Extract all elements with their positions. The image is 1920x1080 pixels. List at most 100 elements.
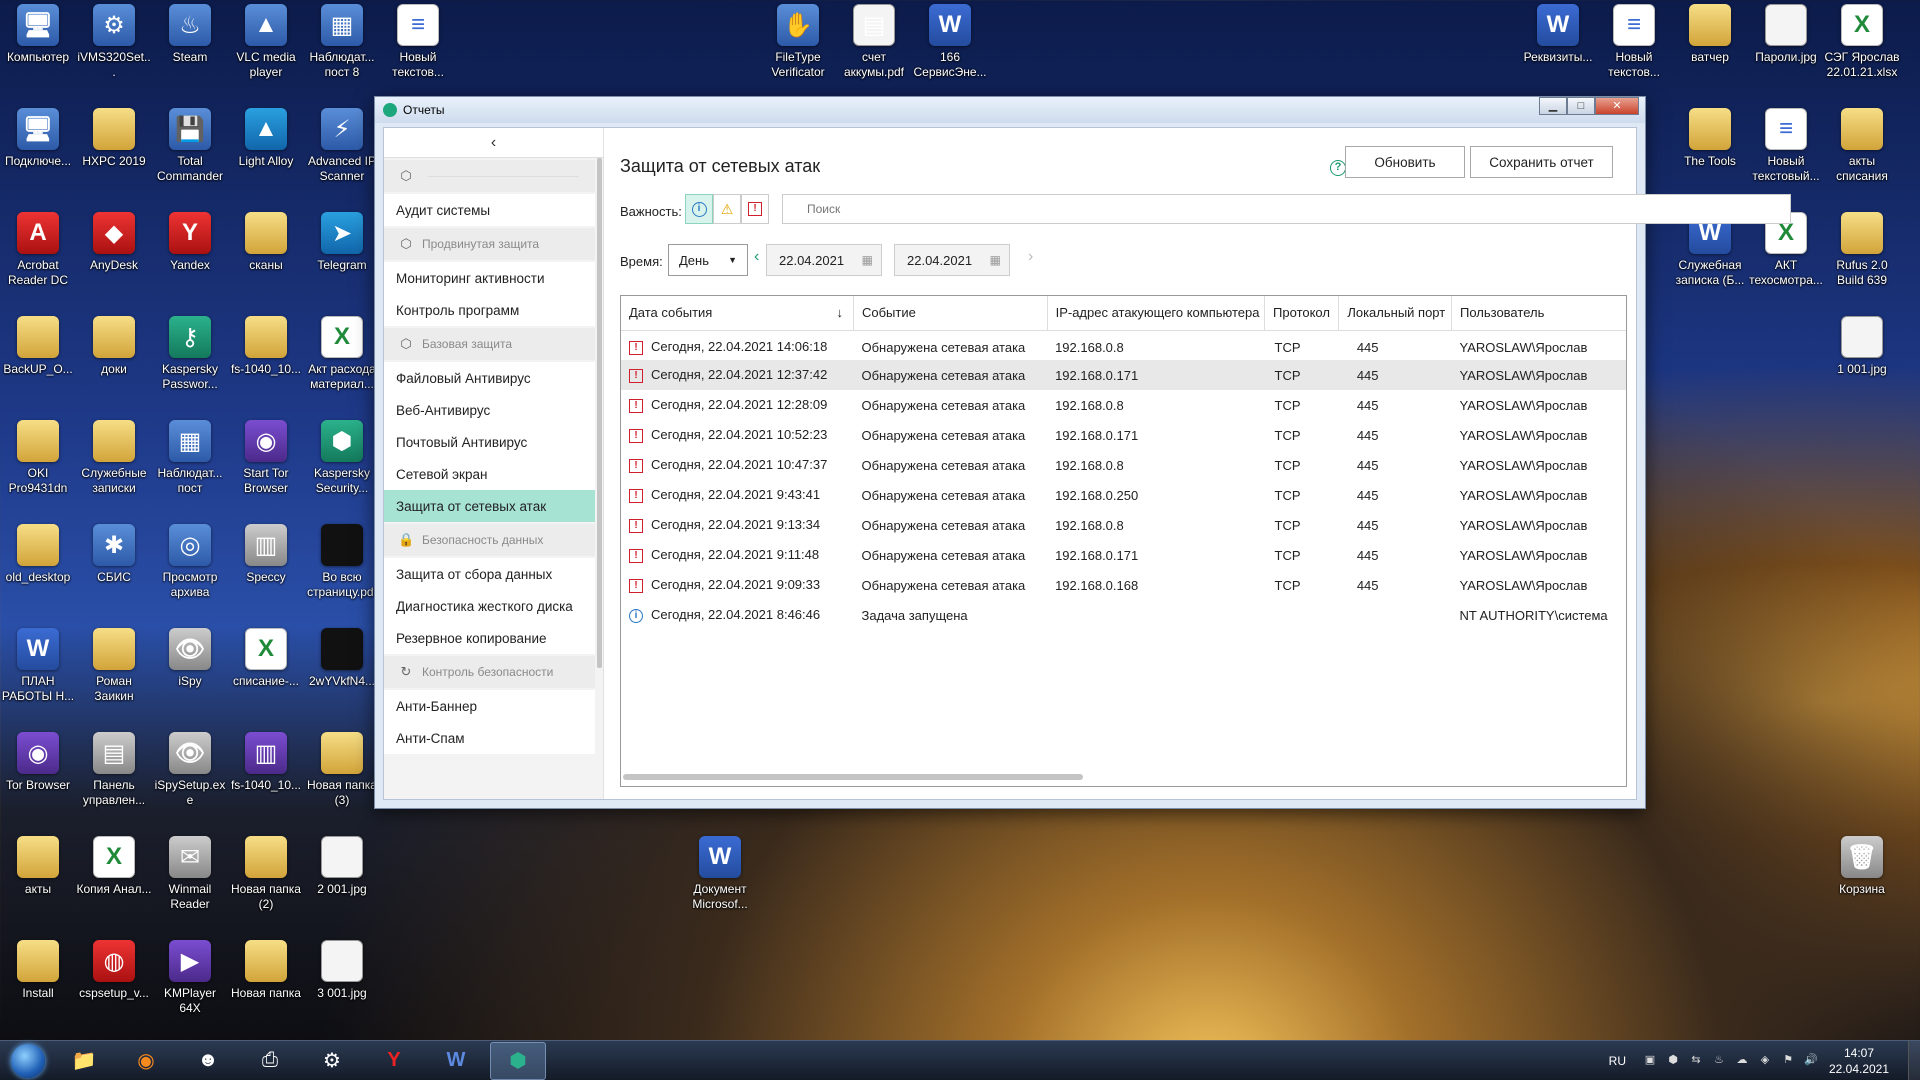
desktop-icon[interactable]: Во всю страницу.pdf [304,520,380,600]
table-row[interactable]: ! Сегодня, 22.04.2021 9:43:41 Обнаружена с… [621,480,1626,510]
desktop-icon[interactable]: 🖥 Компьютер [0,0,76,65]
start-button[interactable] [6,1041,50,1080]
desktop-icon[interactable]: old_desktop [0,520,76,585]
desktop-icon[interactable]: 💾 Total Commander [152,104,228,184]
sidebar-item[interactable]: Резервное копирование [384,622,595,654]
desktop-icon[interactable]: 1 001.jpg [1824,312,1900,377]
desktop-icon[interactable]: Служебные записки [76,416,152,496]
desktop-icon[interactable]: ♨ Steam [152,0,228,65]
column-header[interactable]: IP-адрес атакующего компьютера [1047,296,1266,331]
sidebar-item[interactable]: Аудит системы [384,194,595,226]
desktop-icon[interactable]: ≡ Новый текстов... [380,0,456,80]
minimize-button[interactable]: ▁ [1539,97,1567,115]
desktop-icon[interactable]: Новая папка (2) [228,832,304,912]
sidebar-item[interactable]: Веб-Антивирус [384,394,595,426]
table-row[interactable]: ! Сегодня, 22.04.2021 12:37:42 Обнаружена … [621,360,1626,390]
taskbar-word-button[interactable]: W [428,1042,484,1080]
desktop-icon[interactable]: ▤ счет аккумы.pdf [836,0,912,80]
desktop-icon[interactable]: 🖥 Подключе... [0,104,76,169]
close-button[interactable]: ✕ [1595,97,1639,115]
desktop-icon[interactable]: ➤ Telegram [304,208,380,273]
column-header[interactable]: Событие [853,296,1048,331]
desktop-icon[interactable]: ⬢ Kaspersky Security... [304,416,380,496]
horizontal-scrollbar[interactable] [623,774,1083,780]
sidebar-item[interactable]: Анти-Баннер [384,690,595,722]
desktop-icon[interactable]: сканы [228,208,304,273]
help-icon[interactable]: ? [1330,160,1346,176]
tray-app-icon[interactable]: ◈ [1757,1053,1773,1069]
severity-critical-toggle[interactable]: ! [741,194,769,224]
desktop-icon[interactable]: ≡ Новый текстовый... [1748,104,1824,184]
taskbar-explorer-button[interactable]: 📁 [56,1042,112,1080]
desktop-icon[interactable]: X СЭГ Ярослав 22.01.21.xlsx [1824,0,1900,80]
sidebar-item[interactable]: Контроль программ [384,294,595,326]
save-report-button[interactable]: Сохранить отчет [1470,146,1613,178]
desktop-icon[interactable]: ▦ Наблюдат... пост [152,416,228,496]
desktop-icon[interactable]: X Акт расхода материал... [304,312,380,392]
date-to-field[interactable]: 22.04.2021 ▦ [894,244,1010,276]
tray-steam-icon[interactable]: ♨ [1711,1053,1727,1069]
desktop-icon[interactable]: ▲ VLC media player [228,0,304,80]
desktop-icon[interactable]: ◍ cspsetup_v... [76,936,152,1001]
table-row[interactable]: ! Сегодня, 22.04.2021 9:13:34 Обнаружена с… [621,510,1626,540]
desktop-icon[interactable]: ▦ Наблюдат... пост 8 [304,0,380,80]
clock[interactable]: 14:07 22.04.2021 [1826,1045,1892,1077]
language-indicator[interactable]: RU [1609,1054,1626,1068]
desktop-icon[interactable]: BackUP_O... [0,312,76,377]
sidebar-item[interactable]: Почтовый Антивирус [384,426,595,458]
desktop-icon[interactable]: ≡ Новый текстов... [1596,0,1672,80]
desktop-icon[interactable]: ◎ Просмотр архива [152,520,228,600]
sidebar-item[interactable]: Защита от сетевых атак [384,490,595,522]
desktop-icon[interactable]: Роман Заикин [76,624,152,704]
desktop-icon[interactable]: Новая папка [228,936,304,1001]
desktop-icon[interactable]: ✱ СБИС [76,520,152,585]
desktop-icon[interactable]: ⚡ Advanced IP Scanner [304,104,380,184]
desktop-icon[interactable]: ▶ KMPlayer 64X [152,936,228,1016]
table-row[interactable]: ! Сегодня, 22.04.2021 10:47:37 Обнаружена … [621,450,1626,480]
desktop-icon[interactable]: ▥ Speccy [228,520,304,585]
desktop-icon[interactable]: W Реквизиты... [1520,0,1596,65]
severity-info-toggle[interactable]: i [685,194,713,224]
desktop-icon[interactable]: Rufus 2.0 Build 639 [1824,208,1900,288]
desktop-icon[interactable]: Y Yandex [152,208,228,273]
desktop-icon[interactable]: W Документ Microsof... [682,832,758,912]
desktop-icon[interactable]: доки [76,312,152,377]
sidebar-item[interactable]: Сетевой экран [384,458,595,490]
window-titlebar[interactable]: Отчеты ▁ □ ✕ [375,97,1645,123]
taskbar-yandex-button[interactable]: Y [366,1042,422,1080]
desktop-icon[interactable]: ◆ AnyDesk [76,208,152,273]
desktop-icon[interactable]: ⚙ iVMS320Set... [76,0,152,80]
column-header[interactable]: Локальный порт [1338,296,1452,331]
desktop-icon[interactable]: ▥ fs-1040_10... [228,728,304,793]
desktop-icon[interactable]: акты списания [1824,104,1900,184]
tray-speaker-icon[interactable]: 🔊 [1803,1053,1819,1069]
tray-cloud-icon[interactable]: ☁ [1734,1053,1750,1069]
desktop-icon[interactable]: ▲ Light Alloy [228,104,304,169]
search-input[interactable] [782,194,1791,224]
desktop-icon[interactable]: A Acrobat Reader DC [0,208,76,288]
sort-arrow-icon[interactable]: ↓ [836,305,843,320]
column-header[interactable]: Пользователь [1451,296,1626,331]
maximize-button[interactable]: □ [1567,97,1595,115]
desktop-icon[interactable]: ⚷ Kaspersky Passwor... [152,312,228,392]
table-row[interactable]: ! Сегодня, 22.04.2021 10:52:23 Обнаружена … [621,420,1626,450]
desktop-icon[interactable]: 🗑 Корзина [1824,832,1900,897]
desktop-icon[interactable]: 3 001.jpg [304,936,380,1001]
desktop-icon[interactable]: ватчер [1672,0,1748,65]
taskbar-printer-button[interactable]: ⎙ [242,1042,298,1080]
table-row[interactable]: ! Сегодня, 22.04.2021 9:09:33 Обнаружена с… [621,570,1626,600]
desktop-icon[interactable]: W ПЛАН РАБОТЫ Н... [0,624,76,704]
severity-warning-toggle[interactable]: ⚠ [713,194,741,224]
refresh-button[interactable]: Обновить [1345,146,1465,178]
sidebar-item[interactable]: Диагностика жесткого диска [384,590,595,622]
desktop-icon[interactable]: 2 001.jpg [304,832,380,897]
desktop-icon[interactable]: ✉ Winmail Reader [152,832,228,912]
desktop-icon[interactable]: fs-1040_10... [228,312,304,377]
desktop-icon[interactable]: ◉ Start Tor Browser [228,416,304,496]
desktop-icon[interactable]: Install [0,936,76,1001]
sidebar-scrollbar[interactable] [597,158,602,668]
calendar-icon[interactable]: ▦ [990,253,1001,267]
date-from-field[interactable]: 22.04.2021 ▦ [766,244,882,276]
tray-app-icon[interactable]: ▣ [1642,1053,1658,1069]
taskbar-firefox-button[interactable]: ◉ [118,1042,174,1080]
